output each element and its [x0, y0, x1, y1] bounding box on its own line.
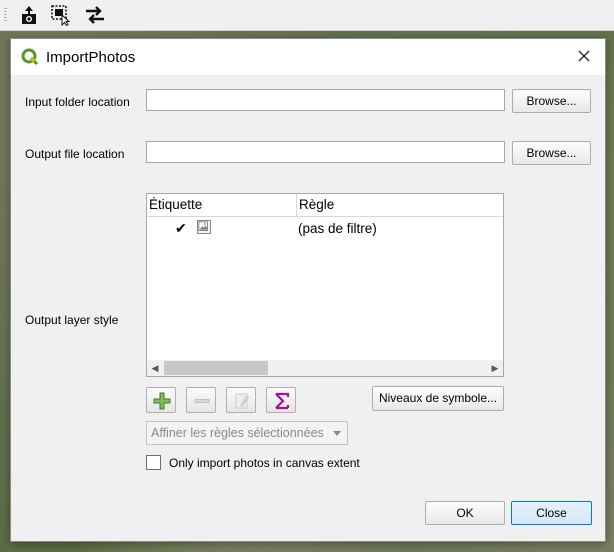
- remove-rule-button[interactable]: [186, 387, 216, 413]
- pencil-icon: [235, 393, 250, 409]
- output-layer-style-label: Output layer style: [25, 313, 119, 327]
- rule-row[interactable]: ✔ (pas de filtre): [147, 218, 503, 240]
- rule-filter-text: (pas de filtre): [298, 221, 377, 236]
- rules-tree-header: Étiquette Règle: [147, 194, 503, 217]
- input-folder-label: Input folder location: [25, 95, 130, 109]
- import-photos-dialog: ImportPhotos Input folder location Brows…: [10, 38, 606, 542]
- close-icon[interactable]: [571, 45, 597, 69]
- browse-input-button[interactable]: Browse...: [512, 89, 591, 113]
- plus-icon: [153, 392, 171, 410]
- refine-rules-label: Affiner les règles sélectionnées: [151, 426, 324, 440]
- rules-tree[interactable]: Étiquette Règle ✔ (pas de filtre) ◀ ▶: [146, 193, 504, 377]
- scroll-left-icon[interactable]: ◀: [147, 360, 163, 376]
- canvas-extent-checkbox[interactable]: [146, 455, 161, 470]
- qgis-logo-icon: [21, 48, 39, 66]
- browse-output-button[interactable]: Browse...: [512, 141, 591, 165]
- add-rule-button[interactable]: [146, 387, 176, 413]
- swap-arrows-icon[interactable]: [84, 4, 106, 26]
- rule-checkbox[interactable]: ✔: [175, 221, 189, 235]
- select-features-icon[interactable]: [50, 4, 72, 27]
- column-header-label[interactable]: Étiquette: [149, 197, 202, 212]
- photo-symbol-icon[interactable]: [197, 220, 211, 234]
- toolbar-grip[interactable]: [4, 8, 7, 22]
- output-file-label: Output file location: [25, 147, 125, 161]
- scrollbar-thumb[interactable]: [164, 361, 268, 375]
- column-header-rule[interactable]: Règle: [299, 197, 334, 212]
- sigma-icon: [275, 392, 290, 410]
- aggregate-button[interactable]: [266, 387, 296, 413]
- dialog-titlebar: ImportPhotos: [11, 39, 605, 75]
- add-photo-icon[interactable]: [18, 4, 40, 26]
- plugin-toolbar: [0, 0, 614, 31]
- input-folder-field[interactable]: [146, 89, 505, 111]
- canvas-extent-label[interactable]: Only import photos in canvas extent: [169, 456, 360, 470]
- horizontal-scrollbar[interactable]: ◀ ▶: [147, 360, 503, 376]
- column-divider[interactable]: [296, 194, 297, 216]
- refine-rules-dropdown[interactable]: Affiner les règles sélectionnées: [146, 421, 348, 445]
- close-button[interactable]: Close: [511, 501, 592, 525]
- scroll-right-icon[interactable]: ▶: [487, 360, 503, 376]
- symbol-levels-button[interactable]: Niveaux de symbole...: [372, 386, 504, 411]
- chevron-down-icon: [333, 431, 341, 436]
- minus-icon: [194, 399, 210, 403]
- dialog-title: ImportPhotos: [46, 49, 136, 66]
- edit-rule-button[interactable]: [226, 387, 256, 413]
- output-file-field[interactable]: [146, 141, 505, 163]
- ok-button[interactable]: OK: [425, 501, 505, 525]
